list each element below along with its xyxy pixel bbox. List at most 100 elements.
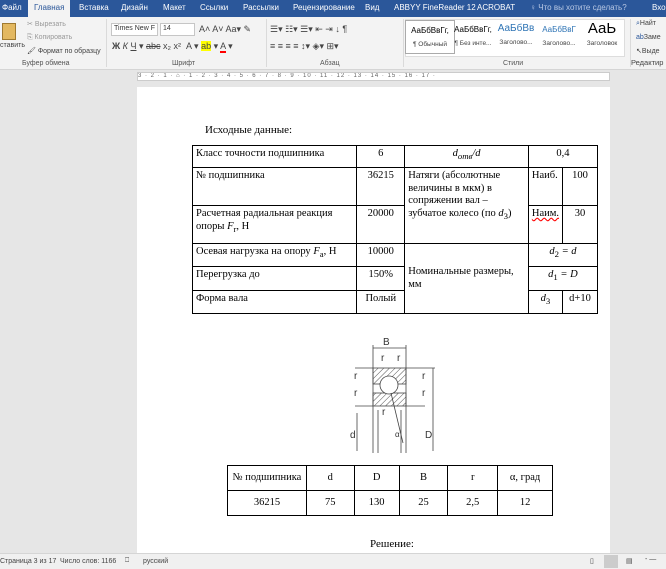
- label-r: r: [422, 371, 426, 382]
- table-row: Перегрузка до 150% d1 = D: [191, 266, 599, 291]
- header-cell: r: [447, 465, 499, 491]
- group-label-clipboard: Буфер обмена: [22, 60, 70, 67]
- cell: 30: [562, 205, 598, 244]
- cell: 75: [305, 490, 355, 516]
- header-cell: № подшипника: [227, 465, 307, 491]
- word-count[interactable]: Число слов: 1166: [60, 558, 116, 565]
- proofing-icon[interactable]: ⎕: [125, 557, 129, 565]
- ribbon: ставить ✂ Вырезать ⎘ Копировать 🖌 Формат…: [0, 17, 666, 70]
- cell: 130: [353, 490, 400, 516]
- cell: Полый: [356, 290, 406, 314]
- table-row: № подшипника 36215 Натяги (абсолютные ве…: [191, 167, 598, 244]
- header-cell: B: [398, 465, 449, 491]
- list-buttons[interactable]: ☰▾ ☷▾ ☰▾ ⇤ ⇥ ↓ ¶: [270, 24, 347, 35]
- solution-heading: Решение:: [370, 538, 414, 550]
- tab-design[interactable]: Дизайн: [121, 3, 148, 12]
- table-row: Форма вала Полый d3 d+10: [191, 290, 598, 314]
- web-layout-icon[interactable]: ▤: [626, 557, 633, 565]
- cell: 12: [497, 490, 553, 516]
- cell: 20000: [356, 205, 406, 244]
- page-count[interactable]: Страница 3 из 17: [0, 558, 56, 565]
- group-label-styles: Стили: [503, 60, 524, 67]
- sign-in[interactable]: Вхо: [652, 3, 666, 12]
- alignment-buttons[interactable]: ≡ ≡ ≡ ≡ ↕▾ ◈▾ ⊞▾: [270, 41, 339, 52]
- read-mode-icon[interactable]: ▯: [590, 557, 594, 565]
- language[interactable]: русский: [143, 558, 168, 565]
- tab-file[interactable]: Файл: [2, 3, 22, 12]
- cell: Класс точности подшипника: [191, 145, 358, 168]
- table-row: Осевая нагрузка на опору Fa, Н 10000 Ном…: [191, 243, 599, 314]
- cell: 0,4: [527, 145, 599, 168]
- horizontal-ruler[interactable]: 3 · 2 · 1 · ⌂ · 1 · 2 · 3 · 4 · 5 · 6 · …: [137, 72, 610, 81]
- label-d: d: [350, 430, 356, 441]
- label-r: r: [422, 388, 426, 399]
- select-button[interactable]: ↖Выде: [636, 47, 660, 55]
- cell: Осевая нагрузка на опору Fa, Н: [191, 243, 358, 267]
- tab-references[interactable]: Ссылки: [200, 3, 228, 12]
- initial-data-table: Класс точности подшипника 6 dотв/d 0,4 №…: [191, 145, 599, 314]
- label-D: D: [425, 430, 432, 441]
- tab-abbyy[interactable]: ABBYY FineReader 12: [394, 3, 476, 12]
- header-cell: d: [305, 465, 355, 491]
- group-label-editing: Редактир: [631, 58, 664, 67]
- font-size-select[interactable]: 14: [160, 23, 195, 36]
- paste-icon[interactable]: [2, 23, 16, 40]
- font-grow-shrink-icons[interactable]: A˄ A˅ Aa▾ ✎: [199, 24, 251, 35]
- tab-view[interactable]: Вид: [365, 3, 379, 12]
- label-r: r: [381, 353, 385, 364]
- table-row: Класс точности подшипника 6 dотв/d 0,4: [191, 145, 599, 168]
- cell: 36215: [356, 167, 406, 206]
- table-row: 36215 75 130 25 2,5 12: [227, 490, 553, 516]
- font-name-select[interactable]: Times New F: [111, 23, 158, 36]
- label-r: r: [397, 353, 401, 364]
- cell: 2,5: [447, 490, 499, 516]
- tell-me-search[interactable]: ♀ Что вы хотите сделать?: [530, 3, 627, 12]
- cell: 25: [398, 490, 449, 516]
- group-label-font: Шрифт: [172, 60, 196, 67]
- bearing-table: № подшипника d D B r α, град 36215 75 13…: [227, 465, 553, 516]
- print-layout-icon[interactable]: [604, 555, 618, 568]
- style-title[interactable]: АаЬ Заголовок: [577, 20, 627, 54]
- tab-home[interactable]: Главная: [28, 0, 71, 17]
- cell: 10000: [356, 243, 406, 267]
- status-bar: Страница 3 из 17 Число слов: 1166 ⎕ русс…: [0, 553, 666, 569]
- zoom-slider[interactable]: - —: [645, 556, 656, 563]
- tab-acrobat[interactable]: ACROBAT: [477, 3, 515, 12]
- cell: Форма вала: [191, 290, 358, 314]
- group-label-paragraph: Абзац: [320, 60, 340, 67]
- cell: dотв/d: [404, 145, 529, 168]
- tab-review[interactable]: Рецензирование: [293, 3, 355, 12]
- paste-button[interactable]: ставить: [0, 42, 25, 49]
- table-row: Расчетная радиальная реакция опоры Fr, Н…: [191, 205, 598, 244]
- cell: Натяги (абсолютные величины в мкм) в соп…: [404, 167, 529, 244]
- copy-button[interactable]: ⎘ Копировать: [27, 34, 72, 42]
- cell: Наиб.: [527, 167, 564, 206]
- header-cell: D: [353, 465, 400, 491]
- header-cell: α, град: [497, 465, 553, 491]
- format-painter-button[interactable]: 🖌 Формат по образцу: [27, 47, 101, 55]
- bearing-diagram: B r r r r r r r d D α: [350, 337, 435, 453]
- cell: 6: [356, 145, 406, 168]
- cut-button[interactable]: ✂ Вырезать: [27, 20, 66, 28]
- cell: 150%: [356, 266, 406, 291]
- lightbulb-icon: ♀: [530, 3, 539, 12]
- label-b: B: [383, 337, 390, 348]
- replace-button[interactable]: abЗаме: [636, 34, 661, 41]
- tab-mailings[interactable]: Рассылки: [243, 3, 279, 12]
- cell: d3: [527, 290, 564, 314]
- cell: d+10: [562, 290, 598, 314]
- font-format-buttons[interactable]: Ж К Ч ▾ abc x₂ x² A ▾ ab ▾ A ▾: [112, 41, 233, 53]
- label-r: r: [354, 371, 358, 382]
- heading-initial-data: Исходные данные:: [205, 124, 293, 136]
- cell: № подшипника: [191, 167, 358, 206]
- cell: Наим.: [527, 205, 564, 244]
- find-button[interactable]: ⌕Найт: [636, 20, 656, 28]
- tab-insert[interactable]: Вставка: [79, 3, 109, 12]
- cell: 36215: [227, 490, 307, 516]
- tab-layout[interactable]: Макет: [163, 3, 186, 12]
- label-r: r: [354, 388, 358, 399]
- table-header-row: № подшипника d D B r α, град: [227, 465, 553, 491]
- cell: Номинальные размеры, мм: [404, 243, 529, 314]
- cell: d2 = d: [527, 243, 599, 267]
- cell: Перегрузка до: [191, 266, 358, 291]
